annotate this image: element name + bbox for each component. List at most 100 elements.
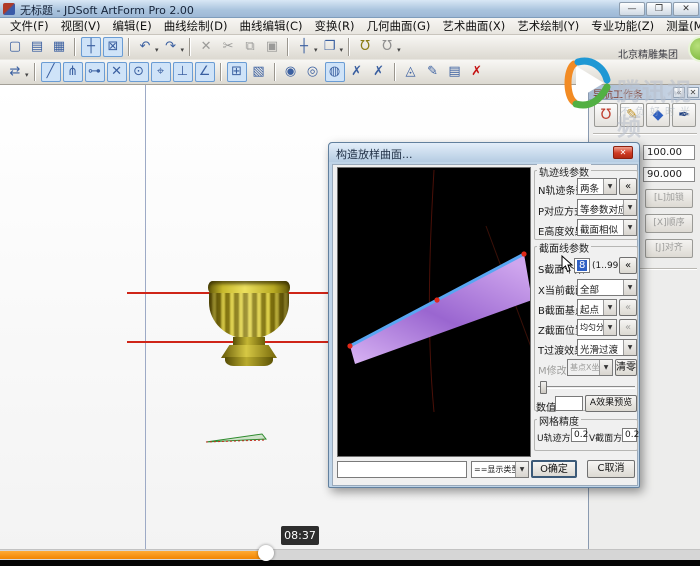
circle-center-icon[interactable]: ⊙ — [129, 62, 149, 82]
menu-art-draw[interactable]: 艺术绘制(Y) — [511, 18, 585, 34]
vase-wire-icon[interactable]: Ʊ — [377, 37, 397, 57]
redo-icon[interactable]: ↷ — [161, 37, 181, 57]
display-type-select[interactable]: ==显示类型==▼ — [471, 461, 529, 478]
section-collapse-button[interactable]: « — [619, 257, 637, 274]
chevron-down-icon[interactable]: ▼ — [603, 300, 616, 315]
align-button[interactable]: [J]对齐 — [645, 239, 693, 258]
crosshair-tool-icon[interactable]: ┼ — [81, 37, 101, 57]
pick-curve-delete-icon[interactable]: ✗ — [347, 62, 367, 82]
pick-surface-delete-icon[interactable]: ✗ — [369, 62, 389, 82]
gold-vase-model[interactable] — [208, 281, 290, 367]
open-icon[interactable]: ▤ — [27, 37, 47, 57]
vase-dropdown-icon[interactable]: ▾ — [397, 46, 401, 54]
video-progress-handle[interactable] — [258, 545, 274, 561]
traj-collapse-button[interactable]: « — [619, 178, 637, 195]
modify-slider-thumb[interactable] — [540, 381, 547, 394]
angle-icon[interactable]: ∠ — [195, 62, 215, 82]
menu-curve-edit[interactable]: 曲线编辑(C) — [234, 18, 309, 34]
chevron-down-icon[interactable]: ▼ — [623, 220, 636, 235]
chevron-down-icon: ▼ — [599, 360, 612, 375]
track-tool-dropdown-icon[interactable]: ▾ — [25, 71, 29, 79]
minimize-button[interactable]: — — [619, 2, 645, 16]
window-select-icon[interactable]: ⊠ — [103, 37, 123, 57]
toolbar-separator — [274, 63, 276, 81]
menu-file[interactable]: 文件(F) — [4, 18, 55, 34]
chevron-down-icon[interactable]: ▼ — [515, 462, 528, 477]
vase-base — [225, 357, 273, 366]
view-mode-icon[interactable]: ❐ — [320, 37, 340, 57]
height-effect-select[interactable]: 截面相似▼ — [577, 219, 637, 236]
extend-icon[interactable]: ⊶ — [85, 62, 105, 82]
modify-slider-track[interactable] — [538, 386, 635, 389]
company-watermark: 北京精雕集团 — [618, 46, 678, 61]
undo-dropdown-icon[interactable]: ▾ — [155, 46, 159, 54]
effect-preview-button[interactable]: A效果预览 — [585, 395, 637, 412]
close-button[interactable]: ✕ — [673, 2, 699, 16]
section-position-select[interactable]: 均匀分布▼ — [577, 319, 617, 336]
undo-icon[interactable]: ↶ — [135, 37, 155, 57]
value-input[interactable] — [555, 396, 583, 411]
dialog-title[interactable]: 构造放样曲面... — [329, 143, 639, 162]
grid-v-input[interactable]: 0.2 — [622, 428, 637, 442]
chevron-down-icon[interactable]: ▼ — [603, 320, 616, 335]
measure-sphere-icon[interactable]: ◬ — [401, 62, 421, 82]
node-select-icon[interactable]: ⌖ — [151, 62, 171, 82]
menu-transform[interactable]: 变换(R) — [309, 18, 361, 34]
redo-dropdown-icon[interactable]: ▾ — [181, 46, 185, 54]
sketch-icon[interactable]: ✎ — [423, 62, 443, 82]
dialog-close-icon[interactable]: ✕ — [613, 146, 633, 159]
order-button[interactable]: [X]顺序 — [645, 214, 693, 233]
perpendicular-icon[interactable]: ⊥ — [173, 62, 193, 82]
clear-zero-button[interactable]: 清零 — [615, 359, 637, 376]
point-snap-dropdown-icon[interactable]: ▾ — [314, 46, 318, 54]
menu-edit[interactable]: 编辑(E) — [106, 18, 157, 34]
section-count-input[interactable]: 8 — [574, 258, 590, 273]
new-icon[interactable]: ▢ — [5, 37, 25, 57]
grid-snap-icon[interactable]: ⊞ — [227, 62, 247, 82]
surface-preview[interactable] — [337, 167, 531, 457]
traj-count-select[interactable]: 两条▼ — [577, 178, 617, 195]
current-section-select[interactable]: 全部▼ — [577, 279, 637, 296]
list-icon[interactable]: ▤ — [445, 62, 465, 82]
section-profile-sketch[interactable] — [204, 430, 270, 446]
menu-curve-draw[interactable]: 曲线绘制(D) — [158, 18, 234, 34]
menu-pro-functions[interactable]: 专业功能(Z) — [585, 18, 660, 34]
guide-icon[interactable]: ▧ — [249, 62, 269, 82]
angle-field[interactable]: 90.000 — [643, 167, 695, 182]
copy-icon[interactable]: ⧉ — [240, 37, 260, 57]
menu-view[interactable]: 视图(V) — [55, 18, 107, 34]
section-base-select[interactable]: 起点▼ — [577, 299, 617, 316]
maximize-button[interactable]: ❐ — [646, 2, 672, 16]
ok-button[interactable]: O确定 — [531, 460, 577, 478]
save-icon[interactable]: ▦ — [49, 37, 69, 57]
paste-icon[interactable]: ▣ — [262, 37, 282, 57]
status-input[interactable] — [337, 461, 467, 478]
track-tool-icon[interactable]: ⇄ — [5, 62, 25, 82]
view-mode-dropdown-icon[interactable]: ▾ — [340, 46, 344, 54]
delete-all-icon[interactable]: ✗ — [467, 62, 487, 82]
vase-render-icon[interactable]: Ʊ — [355, 37, 375, 57]
transition-select[interactable]: 光滑过渡▼ — [577, 339, 637, 356]
menu-geometry-surface[interactable]: 几何曲面(G) — [361, 18, 437, 34]
mapping-select[interactable]: 等参数对应▼ — [577, 199, 637, 216]
chevron-down-icon[interactable]: ▼ — [623, 280, 636, 295]
intersect-icon[interactable]: ⋔ — [63, 62, 83, 82]
grid-u-input[interactable]: 0.2 — [571, 428, 587, 442]
menu-art-surface[interactable]: 艺术曲面(X) — [436, 18, 511, 34]
menu-bar: 文件(F) 视图(V) 编辑(E) 曲线绘制(D) 曲线编辑(C) 变换(R) … — [0, 18, 700, 35]
length-field[interactable]: 100.00 — [643, 145, 695, 160]
point-snap-icon[interactable]: ┼ — [294, 37, 314, 57]
lock-button[interactable]: [L]加锁 — [645, 189, 693, 208]
line-icon[interactable]: ╱ — [41, 62, 61, 82]
break-icon[interactable]: ✕ — [107, 62, 127, 82]
chevron-down-icon[interactable]: ▼ — [623, 340, 636, 355]
wire-sphere-icon[interactable]: ◎ — [303, 62, 323, 82]
cut-icon[interactable]: ✂ — [218, 37, 238, 57]
render-sphere-icon[interactable]: ◍ — [325, 62, 345, 82]
delete-icon[interactable]: ✕ — [196, 37, 216, 57]
shade-sphere-icon[interactable]: ◉ — [281, 62, 301, 82]
cancel-button[interactable]: C取消 — [587, 460, 635, 478]
chevron-down-icon[interactable]: ▼ — [603, 179, 616, 194]
menu-measure[interactable]: 测量(M) — [660, 18, 700, 34]
chevron-down-icon[interactable]: ▼ — [623, 200, 636, 215]
